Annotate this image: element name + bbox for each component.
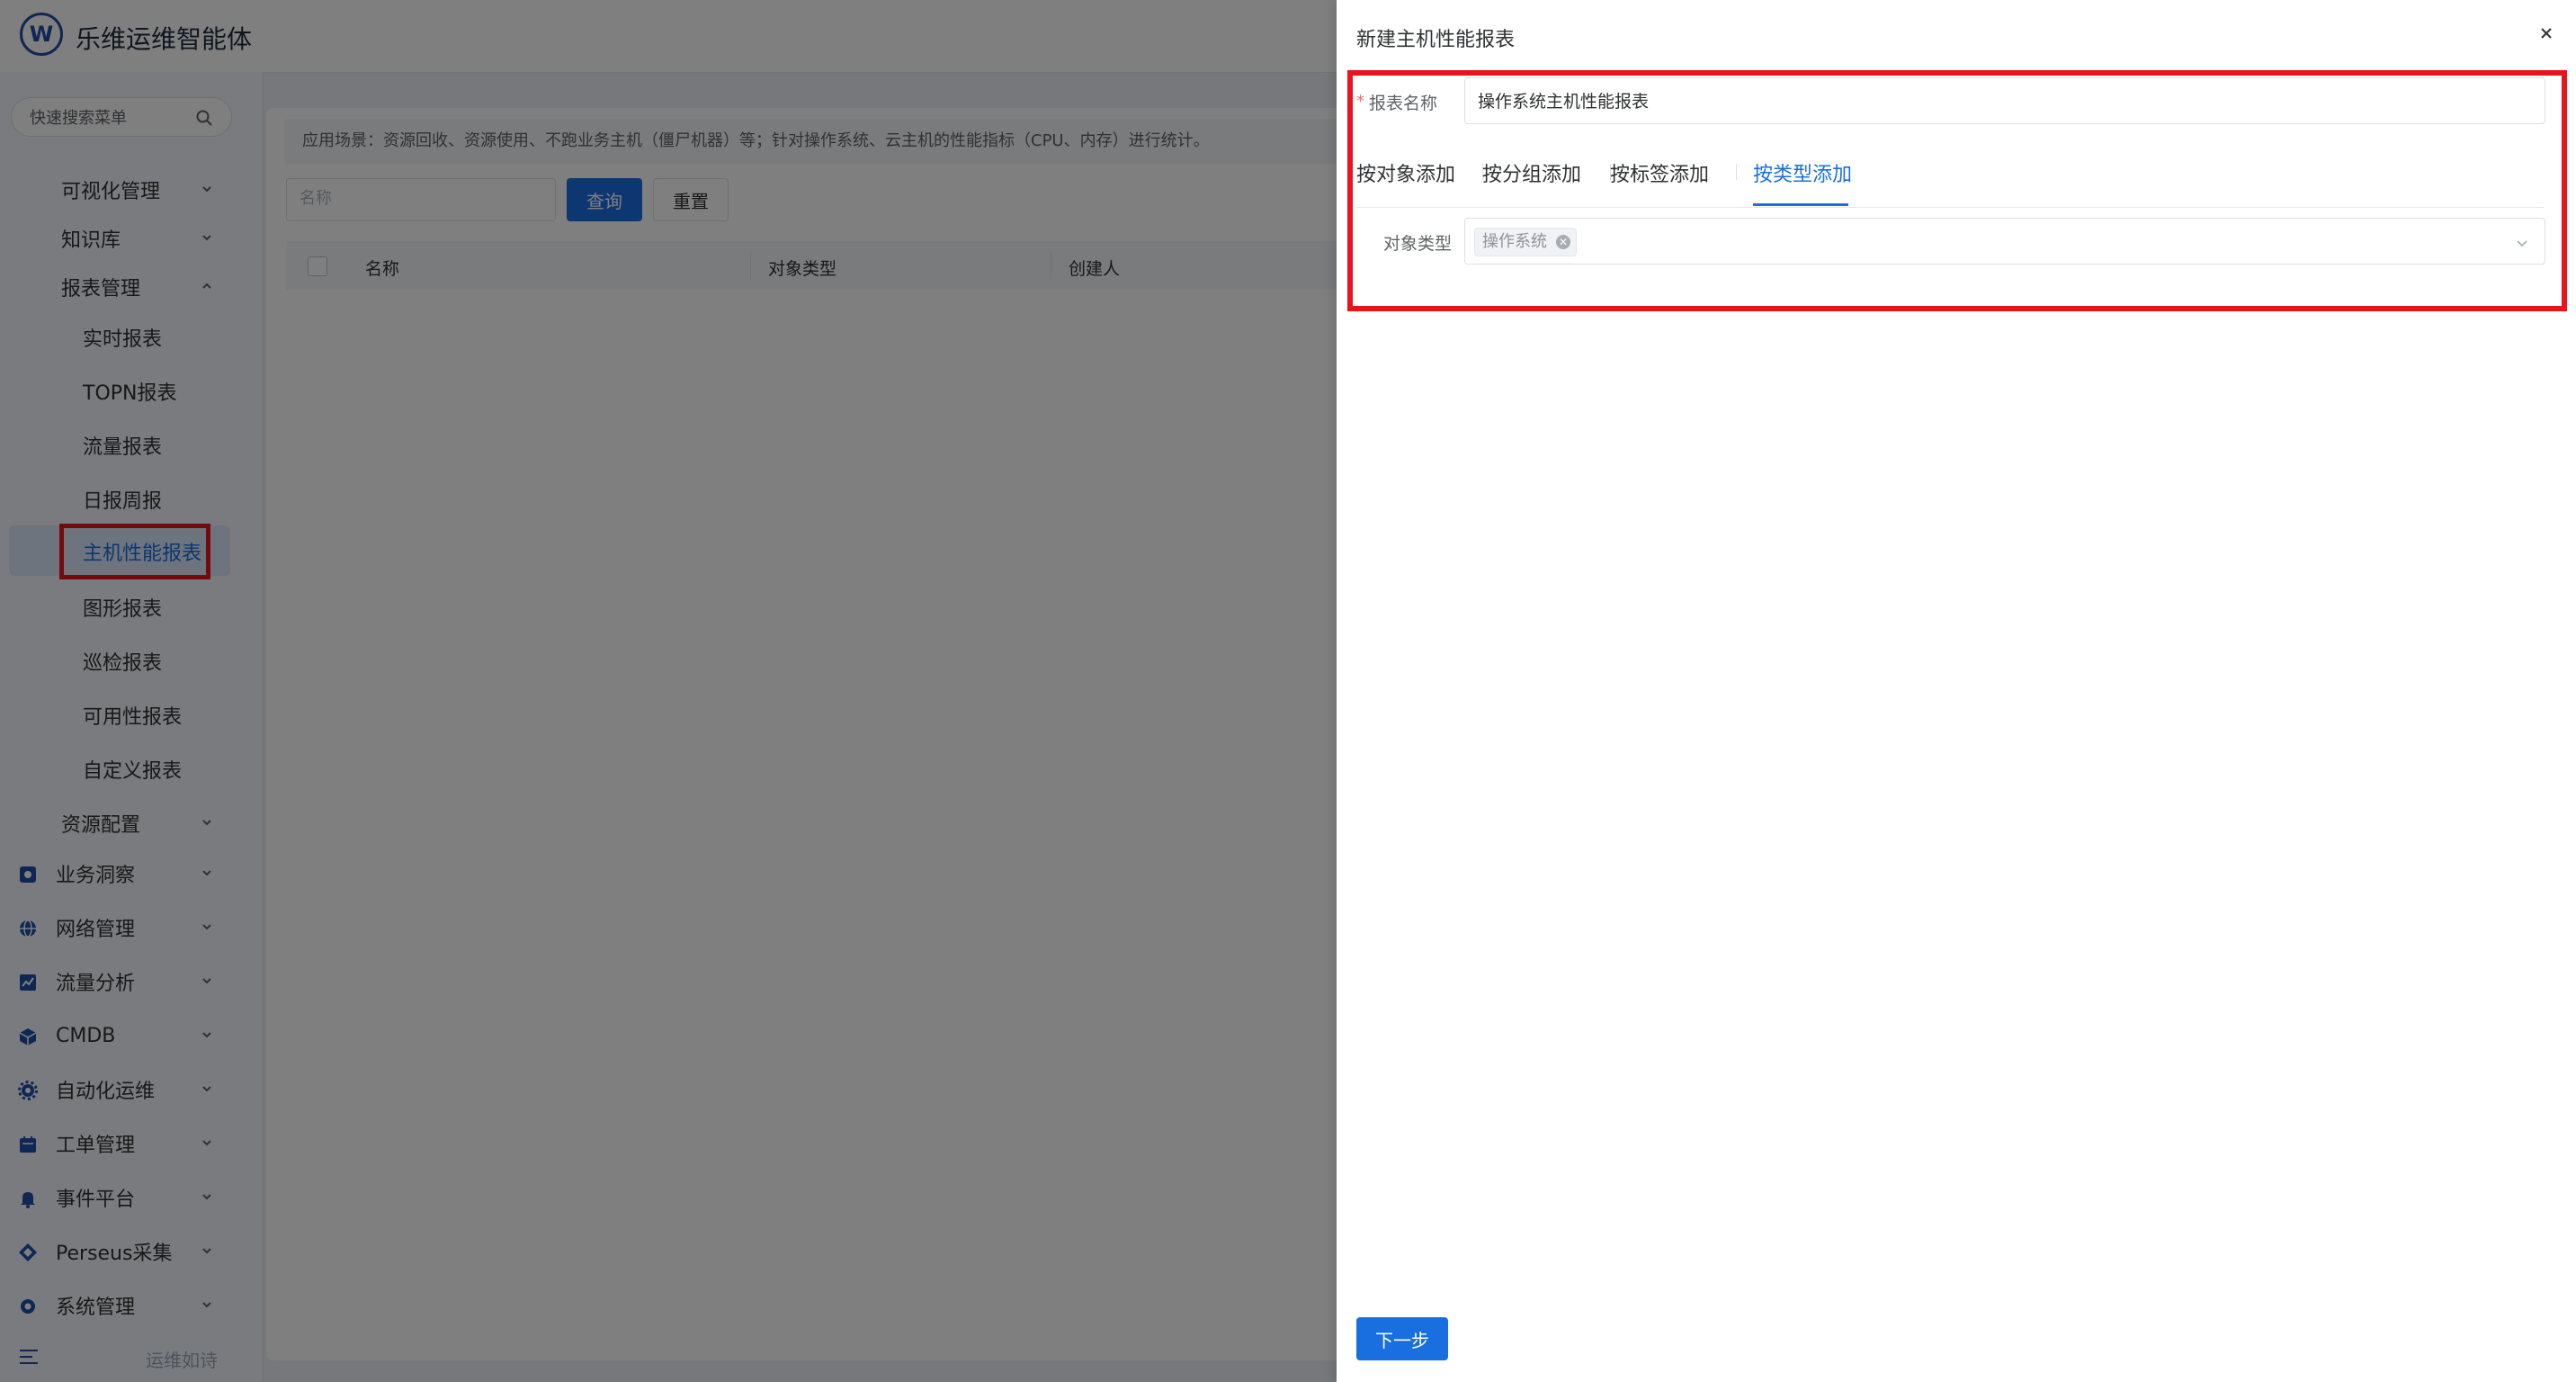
highlight-box-form — [1347, 70, 2567, 311]
close-icon[interactable] — [2536, 23, 2556, 43]
next-step-button[interactable]: 下一步 — [1356, 1317, 1448, 1360]
create-report-drawer: 新建主机性能报表 * 报表名称 按对象添加 按分组添加 按标签添加 按类型添加 … — [1337, 0, 2576, 1382]
drawer-title: 新建主机性能报表 — [1356, 29, 1516, 51]
modal-overlay[interactable] — [0, 0, 1337, 1382]
app-background: W 乐维运维智能体 可视化管理 知识库 报表管理 实时报表 TOPN报表 流量报… — [0, 0, 2576, 1382]
